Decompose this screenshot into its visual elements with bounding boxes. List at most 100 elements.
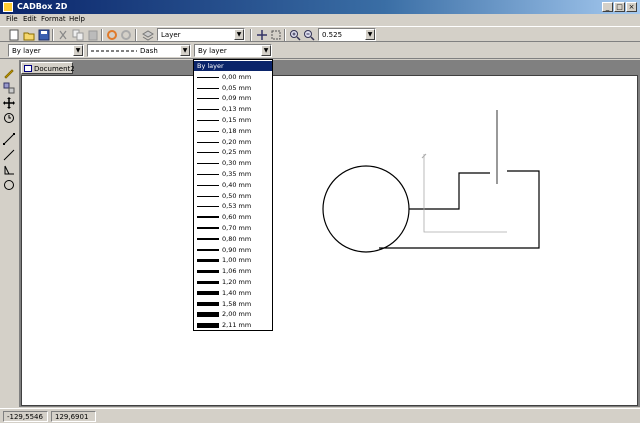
color-value: By layer xyxy=(12,47,41,55)
drawing-shapes xyxy=(322,110,540,253)
zoom-in-icon[interactable] xyxy=(289,29,301,41)
minimize-button[interactable]: _ xyxy=(602,2,613,12)
lineweight-option-label: 2,00 mm xyxy=(222,310,252,319)
lineweight-preview xyxy=(197,270,219,274)
lineweight-preview xyxy=(197,87,219,89)
lineweight-option-label: 1,20 mm xyxy=(222,278,252,286)
lineweight-option[interactable]: 0,13 mm xyxy=(194,104,272,114)
lineweight-option[interactable]: 1,58 mm xyxy=(194,299,272,309)
drawing-canvas[interactable] xyxy=(21,75,638,406)
lineweight-option[interactable]: 0,70 mm xyxy=(194,223,272,233)
move-icon[interactable] xyxy=(3,97,15,109)
color-select[interactable]: By layer ▼ xyxy=(8,44,84,57)
select-rect-icon[interactable] xyxy=(270,29,282,41)
menu-help[interactable]: Help xyxy=(69,15,85,23)
lineweight-option-label: 0,15 mm xyxy=(222,116,252,124)
layers-icon[interactable] xyxy=(142,29,154,41)
document-tab-label: Document2 xyxy=(34,65,75,73)
lineweight-option[interactable]: 0,90 mm xyxy=(194,245,272,255)
y-coordinate: 129,6901 xyxy=(55,413,89,421)
linetype-select[interactable]: Dash ▼ xyxy=(87,44,191,57)
lineweight-preview xyxy=(197,109,219,111)
zoom-value: 0.525 xyxy=(322,31,343,39)
lineweight-option-label: 0,09 mm xyxy=(222,94,252,103)
redo-icon[interactable] xyxy=(120,29,132,41)
circle-shape xyxy=(322,165,410,253)
lineweight-option[interactable]: 0,00 mm xyxy=(194,72,272,82)
rotate-icon[interactable] xyxy=(3,112,15,124)
lineweight-option[interactable]: 0,15 mm xyxy=(194,115,272,125)
lineweight-option[interactable]: 0,40 mm xyxy=(194,180,272,190)
zoom-select[interactable]: 0.525 ▼ xyxy=(318,28,376,41)
drawing-tools-panel xyxy=(0,61,18,406)
lineweight-option-label: 1,00 mm xyxy=(222,256,252,265)
new-file-icon[interactable] xyxy=(8,29,20,41)
menu-file[interactable]: File xyxy=(6,15,18,23)
save-icon[interactable] xyxy=(38,29,50,41)
open-file-icon[interactable] xyxy=(23,29,35,41)
lineweight-option[interactable]: 1,06 mm xyxy=(194,266,272,276)
lineweight-option[interactable]: 1,00 mm xyxy=(194,255,272,265)
lineweight-option-label: 0,90 mm xyxy=(222,245,252,254)
x-coordinate-pane: -129,5546 xyxy=(3,411,48,422)
chevron-down-icon[interactable]: ▼ xyxy=(180,45,190,56)
layer-select[interactable]: Layer ▼ xyxy=(157,28,245,41)
lineweight-option-label: 0,35 mm xyxy=(222,170,252,178)
lineweight-option[interactable]: 2,00 mm xyxy=(194,309,272,319)
lineweight-option-label: 0,20 mm xyxy=(222,137,252,146)
lineweight-option[interactable]: 0,20 mm xyxy=(194,137,272,147)
lineweight-option-label: By layer xyxy=(197,62,224,70)
lineweight-option[interactable]: 0,60 mm xyxy=(194,212,272,222)
main-toolbar: Layer ▼ 0.525 ▼ xyxy=(0,26,640,42)
lineweight-option[interactable]: 0,35 mm xyxy=(194,169,272,179)
pencil-icon[interactable] xyxy=(3,67,15,79)
maximize-button[interactable]: □ xyxy=(614,2,625,12)
lineweight-option[interactable]: 0,05 mm xyxy=(194,83,272,93)
lineweight-option[interactable]: 0,25 mm xyxy=(194,147,272,157)
lineweight-option[interactable]: 0,80 mm xyxy=(194,234,272,244)
lineweight-option[interactable]: 0,30 mm xyxy=(194,158,272,168)
zoom-out-icon[interactable] xyxy=(303,29,315,41)
menu-format[interactable]: Format xyxy=(41,15,66,23)
app-icon xyxy=(3,2,13,12)
document-tab[interactable]: Document2 xyxy=(21,62,75,74)
lineweight-preview xyxy=(197,248,219,251)
lineweight-preview xyxy=(197,141,219,143)
lineweight-option[interactable]: 1,20 mm xyxy=(194,277,272,287)
lineweight-option-label: 0,30 mm xyxy=(222,159,252,168)
line-icon[interactable] xyxy=(3,133,15,145)
lineweight-select[interactable]: By layer ▼ xyxy=(194,44,272,57)
pan-icon[interactable] xyxy=(256,29,268,41)
paste-icon[interactable] xyxy=(87,29,99,41)
lineweight-option[interactable]: 0,50 mm xyxy=(194,191,272,201)
lineweight-dropdown[interactable]: By layer 0,00 mm 0,05 mm 0,09 mm 0,13 mm 0,15… xyxy=(193,59,273,331)
undo-icon[interactable] xyxy=(106,29,118,41)
chevron-down-icon[interactable]: ▼ xyxy=(365,29,375,40)
chevron-down-icon[interactable]: ▼ xyxy=(234,29,244,40)
lineweight-option-label: 0,80 mm xyxy=(222,234,252,243)
lineweight-option-label: 0,60 mm xyxy=(222,213,252,222)
close-button[interactable]: × xyxy=(626,2,637,12)
layer-value: Layer xyxy=(161,31,181,39)
chevron-down-icon[interactable]: ▼ xyxy=(261,45,271,56)
polyline-icon[interactable] xyxy=(3,149,15,161)
blocks-icon[interactable] xyxy=(3,82,15,94)
copy-icon[interactable] xyxy=(72,29,84,41)
lineweight-preview xyxy=(197,216,219,219)
lineweight-option-label: 0,05 mm xyxy=(222,83,252,92)
circle-icon[interactable] xyxy=(3,179,15,191)
lineweight-option[interactable]: 0,09 mm xyxy=(194,93,272,103)
lineweight-option[interactable]: 2,11 mm xyxy=(194,320,272,330)
lineweight-preview xyxy=(197,120,219,121)
menu-edit[interactable]: Edit xyxy=(23,15,37,23)
lineweight-option[interactable]: 0,53 mm xyxy=(194,201,272,211)
dimension-icon[interactable] xyxy=(3,164,15,176)
lineweight-option[interactable]: By layer xyxy=(194,61,272,71)
lineweight-preview xyxy=(197,227,219,229)
cut-icon[interactable] xyxy=(57,29,69,41)
lineweight-option[interactable]: 0,18 mm xyxy=(194,126,272,136)
lineweight-option[interactable]: 1,40 mm xyxy=(194,288,272,298)
chevron-down-icon[interactable]: ▼ xyxy=(73,45,83,56)
drawing-svg[interactable] xyxy=(22,76,639,407)
lineweight-option-label: 2,11 mm xyxy=(222,321,252,330)
